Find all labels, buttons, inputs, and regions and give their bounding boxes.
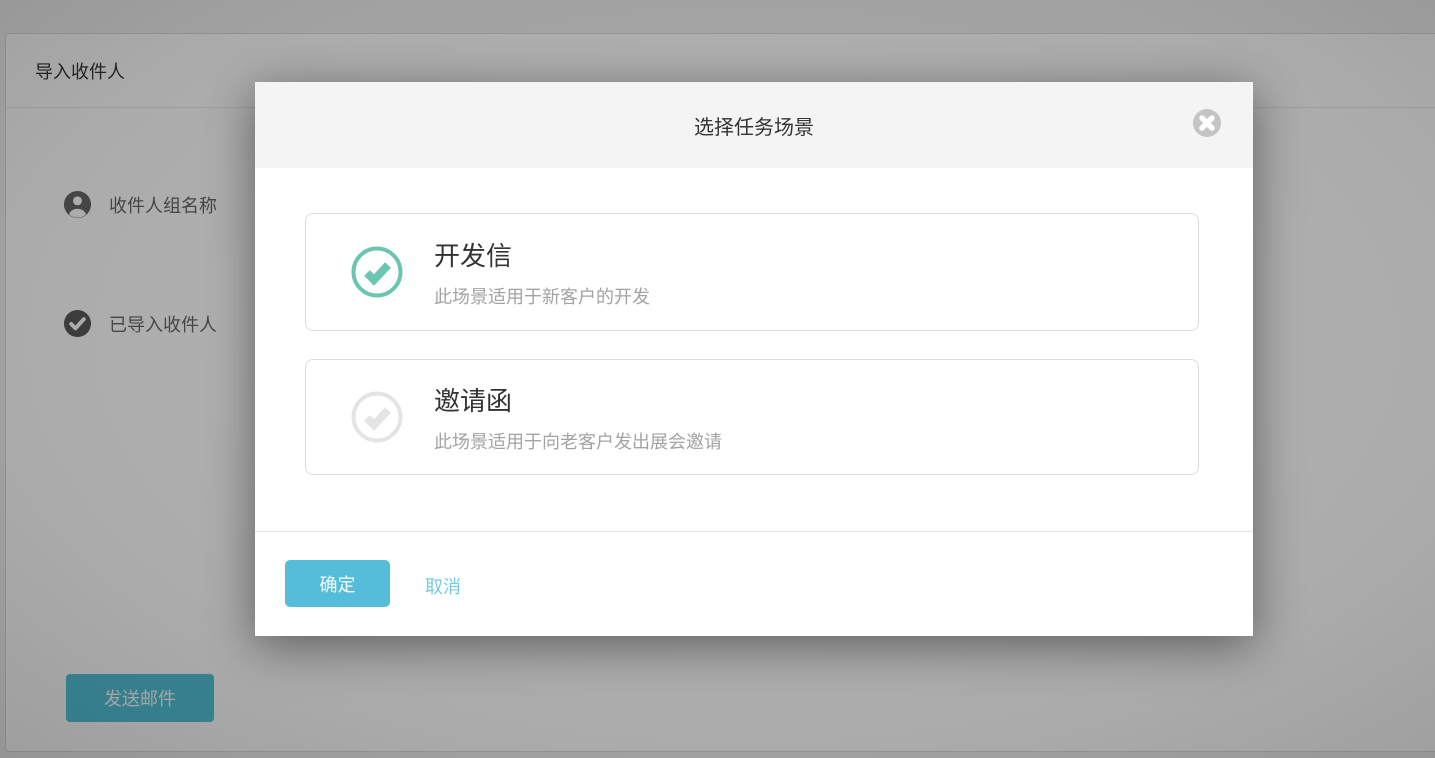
confirm-button[interactable]: 确定: [285, 560, 390, 607]
option-development-letter[interactable]: 开发信 此场景适用于新客户的开发: [305, 213, 1199, 331]
unselected-check-circle-icon: [350, 390, 404, 444]
option-title: 邀请函: [434, 381, 722, 418]
option-description: 此场景适用于新客户的开发: [434, 283, 650, 309]
close-icon[interactable]: [1192, 108, 1222, 138]
selected-check-circle-icon: [350, 245, 404, 299]
option-invitation-letter[interactable]: 邀请函 此场景适用于向老客户发出展会邀请: [305, 359, 1199, 475]
modal-title: 选择任务场景: [694, 111, 814, 140]
option-texts: 开发信 此场景适用于新客户的开发: [434, 236, 650, 309]
footer-divider: [255, 531, 1253, 532]
cancel-button[interactable]: 取消: [425, 573, 461, 599]
option-texts: 邀请函 此场景适用于向老客户发出展会邀请: [434, 381, 722, 454]
modal-header: 选择任务场景: [255, 82, 1253, 168]
option-title: 开发信: [434, 236, 650, 273]
select-task-scenario-dialog: 选择任务场景 开发信 此场景适用于新客户的开发: [255, 82, 1253, 636]
option-description: 此场景适用于向老客户发出展会邀请: [434, 428, 722, 454]
